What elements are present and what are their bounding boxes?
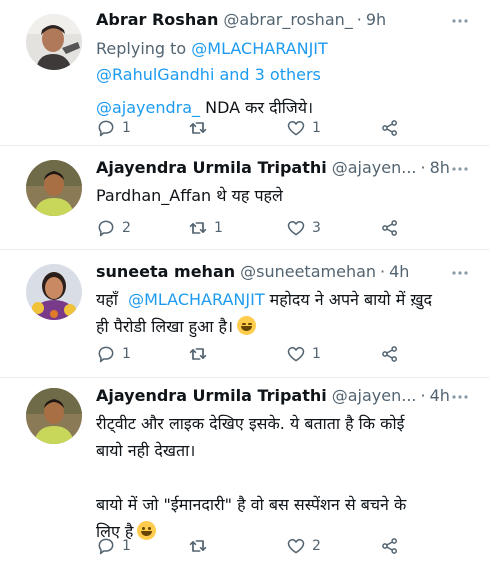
mention-link[interactable]: @ajayendra_	[96, 98, 200, 117]
tweet-text-body: NDA कर दीजिये।	[200, 98, 314, 117]
action-bar: 1 2	[96, 534, 416, 558]
timestamp[interactable]: 4h	[389, 262, 409, 282]
share-icon	[382, 220, 397, 236]
avatar[interactable]	[26, 160, 82, 216]
retweet-icon	[189, 122, 207, 134]
reply-button[interactable]: 1	[96, 342, 131, 366]
like-count: 1	[312, 120, 321, 136]
avatar[interactable]	[26, 388, 82, 444]
separator-dot: ·	[356, 10, 362, 29]
avatar[interactable]	[26, 14, 82, 70]
like-button[interactable]: 1	[286, 116, 321, 140]
user-handle[interactable]: @ajayen...	[332, 158, 417, 178]
retweet-icon	[189, 222, 207, 234]
timestamp[interactable]: 9h	[366, 10, 386, 30]
share-icon	[382, 120, 397, 136]
share-icon	[382, 538, 397, 554]
mention-link[interactable]: @MLACHARANJIT	[191, 39, 328, 58]
tweet-text-body: ही पैरोडी लिखा हुआ है।	[96, 317, 234, 336]
tweet[interactable]: Abrar Roshan @abrar_roshan_ · 9h Replyin…	[0, 0, 489, 146]
more-icon[interactable]	[449, 386, 471, 408]
more-icon[interactable]	[449, 262, 471, 284]
reply-icon	[98, 538, 114, 555]
share-button[interactable]	[380, 116, 400, 140]
avatar[interactable]	[26, 264, 82, 320]
reply-icon	[98, 346, 114, 363]
display-name[interactable]: suneeta mehan	[96, 262, 235, 282]
mention-link[interactable]: @MLACHARANJIT	[128, 290, 265, 309]
reply-count: 1	[122, 120, 131, 136]
action-bar: 1 1	[96, 116, 416, 140]
retweet-button[interactable]	[188, 534, 214, 558]
replying-to: Replying to @MLACHARANJIT	[96, 36, 471, 62]
replying-others: @RahulGandhi and 3 others	[96, 62, 471, 88]
tweet-text: रीट्वीट और लाइक देखिए इसके. ये बताता है …	[96, 414, 405, 433]
more-icon[interactable]	[449, 10, 471, 32]
share-button[interactable]	[380, 534, 400, 558]
tweet-header: Abrar Roshan @abrar_roshan_ · 9h	[96, 10, 471, 32]
share-button[interactable]	[380, 342, 400, 366]
reply-button[interactable]: 1	[96, 534, 131, 558]
tweet[interactable]: Ajayendra Urmila Tripathi @ajayen... · 4…	[0, 378, 489, 571]
timestamp[interactable]: 4h	[430, 386, 450, 406]
retweet-button[interactable]	[188, 342, 214, 366]
like-icon	[287, 347, 305, 362]
action-bar: 1 1	[96, 342, 416, 366]
share-button[interactable]	[380, 216, 400, 240]
like-count: 2	[312, 538, 321, 554]
tweet-text-body: यहाँ	[96, 290, 129, 309]
display-name[interactable]: Ajayendra Urmila Tripathi	[96, 386, 327, 406]
like-icon	[287, 539, 305, 554]
like-count: 3	[312, 220, 321, 236]
tweet-header: Ajayendra Urmila Tripathi @ajayen... · 8…	[96, 158, 471, 180]
retweet-button[interactable]	[188, 116, 214, 140]
tweet[interactable]: Ajayendra Urmila Tripathi @ajayen... · 8…	[0, 146, 489, 250]
retweet-icon	[189, 540, 207, 552]
replying-label: Replying to	[96, 39, 187, 58]
tweet-text-body: महोदय ने अपने बायो में ख़ुद	[264, 290, 433, 309]
tweet[interactable]: suneeta mehan @suneetamehan · 4h यहाँ @M…	[0, 250, 489, 378]
separator-dot: ·	[420, 386, 426, 405]
more-icon[interactable]	[449, 158, 471, 180]
timestamp[interactable]: 8h	[430, 158, 450, 178]
reply-count: 2	[122, 220, 131, 236]
like-icon	[287, 221, 305, 236]
tweet-text: बायो नही देखता।	[96, 441, 196, 460]
action-bar: 2 1 3	[96, 216, 416, 240]
like-button[interactable]: 2	[286, 534, 321, 558]
retweet-icon	[189, 348, 207, 360]
like-button[interactable]: 1	[286, 342, 321, 366]
tweet-header: suneeta mehan @suneetamehan · 4h	[96, 262, 471, 284]
tweet-text: ही पैरोडी लिखा हुआ है।	[96, 313, 471, 340]
separator-dot: ·	[420, 158, 426, 177]
reply-button[interactable]: 1	[96, 116, 131, 140]
share-icon	[382, 346, 397, 362]
reply-count: 1	[122, 346, 131, 362]
tweet-text: यहाँ @MLACHARANJIT महोदय ने अपने बायो मे…	[96, 286, 471, 313]
user-handle[interactable]: @suneetamehan	[240, 262, 376, 282]
mention-link[interactable]: @RahulGandhi and 3 others	[96, 65, 321, 84]
like-count: 1	[312, 346, 321, 362]
reply-button[interactable]: 2	[96, 216, 131, 240]
reply-icon	[98, 120, 114, 137]
separator-dot: ·	[380, 262, 386, 281]
like-button[interactable]: 3	[286, 216, 321, 240]
reply-icon	[98, 220, 114, 237]
retweet-button[interactable]: 1	[188, 216, 223, 240]
user-handle[interactable]: @ajayen...	[332, 386, 417, 406]
laughing-emoji-icon	[237, 316, 257, 335]
display-name[interactable]: Abrar Roshan	[96, 10, 218, 30]
user-handle[interactable]: @abrar_roshan_	[223, 10, 352, 30]
tweet-header: Ajayendra Urmila Tripathi @ajayen... · 4…	[96, 386, 471, 408]
display-name[interactable]: Ajayendra Urmila Tripathi	[96, 158, 327, 178]
like-icon	[287, 121, 305, 136]
reply-count: 1	[122, 538, 131, 554]
tweet-text: Pardhan_Affan थे यह पहले	[96, 186, 283, 205]
retweet-count: 1	[214, 220, 223, 236]
tweet-text: बायो में जो "ईमानदारी" है वो बस सस्पेंशन…	[96, 495, 407, 514]
